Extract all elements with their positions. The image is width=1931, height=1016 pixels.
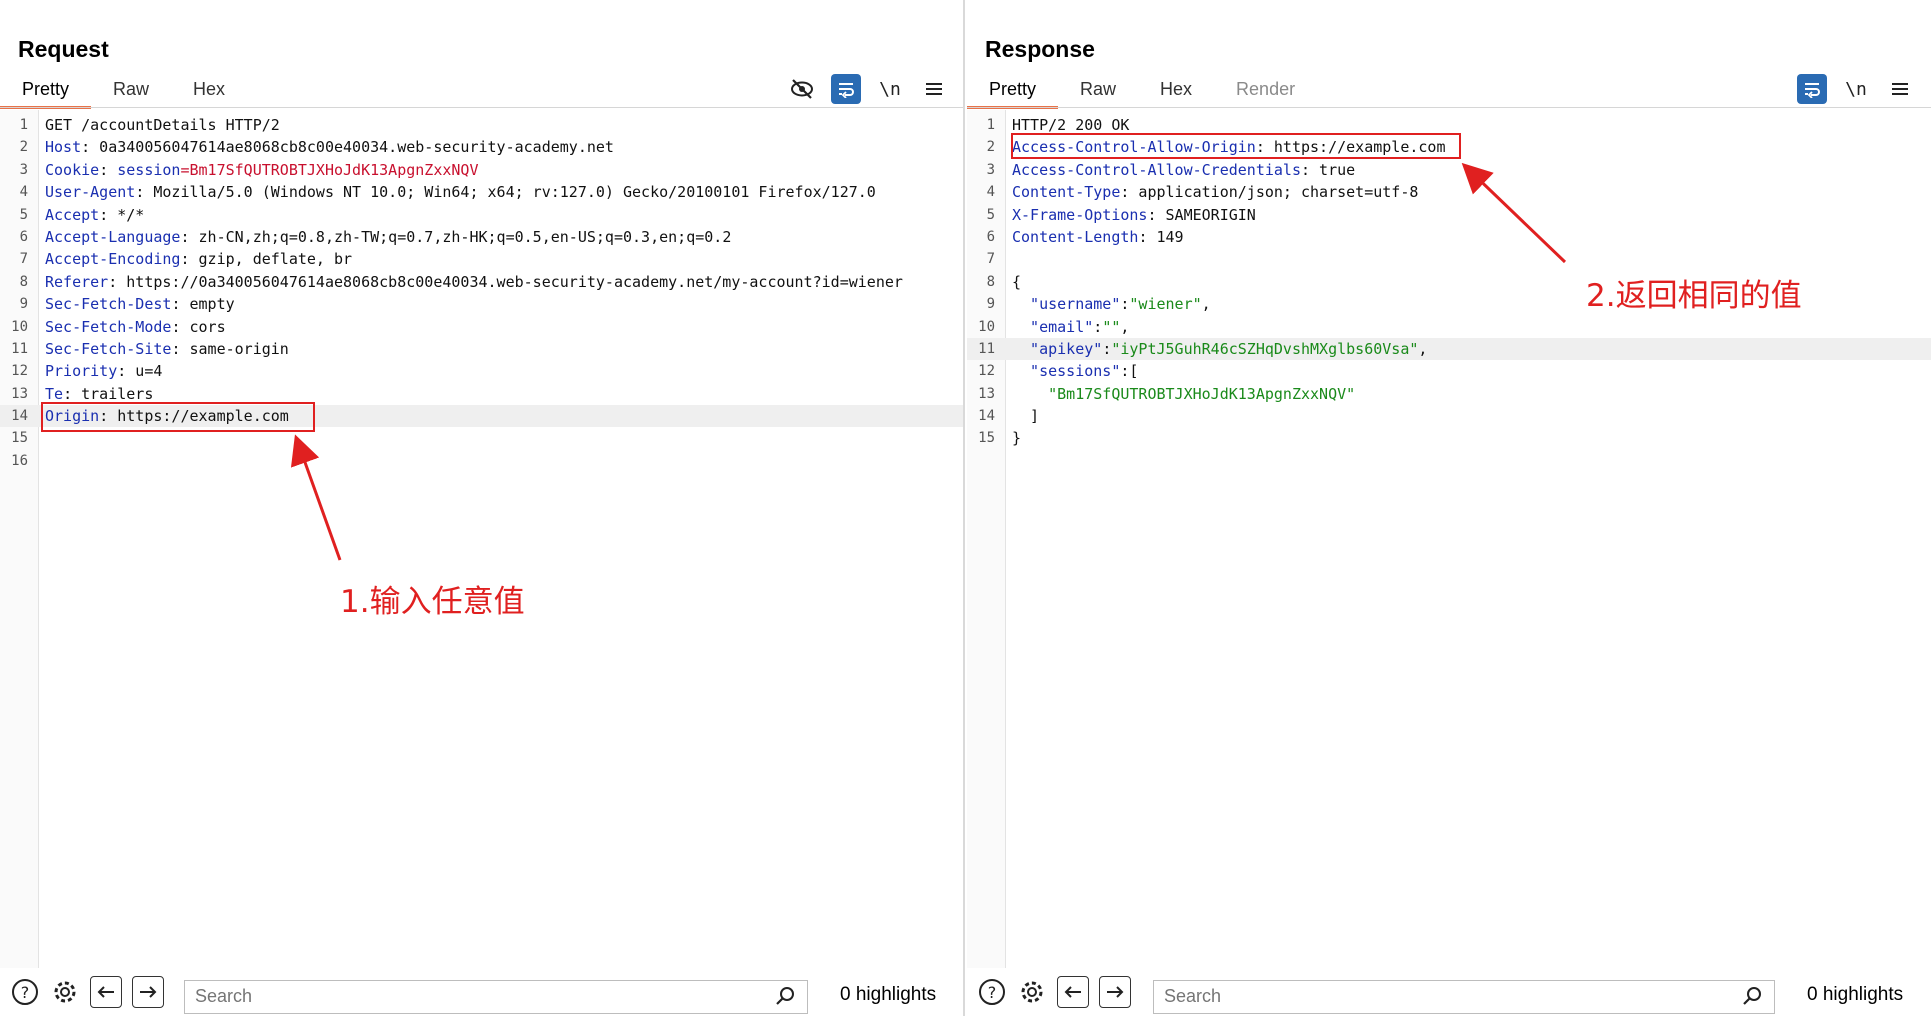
response-annotation: 2.返回相同的值	[1586, 278, 1802, 314]
arrow-to-origin	[290, 434, 342, 561]
annotation-arrows	[290, 162, 1567, 561]
arrow-to-acao	[1461, 162, 1567, 264]
request-annotation: 1.输入任意值	[340, 584, 525, 620]
